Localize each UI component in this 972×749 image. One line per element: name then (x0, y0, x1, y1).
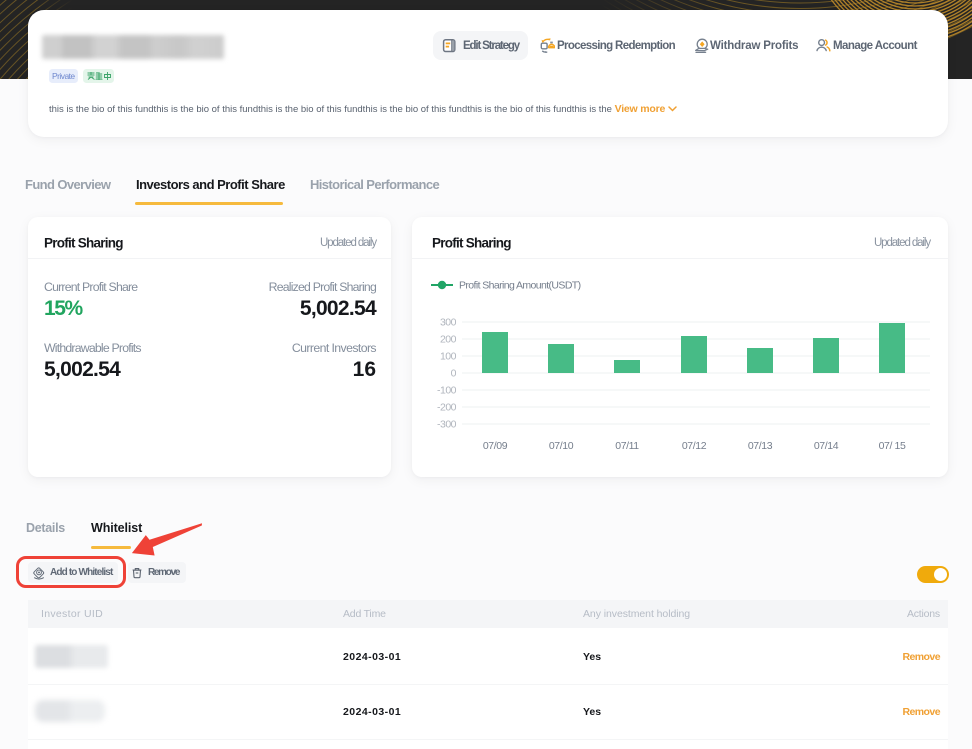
svg-text:07/11: 07/11 (615, 440, 639, 452)
svg-text:07/10: 07/10 (549, 440, 574, 452)
svg-text:Profit Sharing Amount(USDT): Profit Sharing Amount(USDT) (459, 280, 581, 292)
svg-text:-300: -300 (437, 419, 457, 431)
svg-text:07/ 15: 07/ 15 (879, 440, 906, 452)
svg-text:300: 300 (440, 317, 457, 329)
svg-text:07/12: 07/12 (682, 440, 707, 452)
svg-text:-100: -100 (437, 385, 457, 397)
svg-text:07/09: 07/09 (483, 440, 508, 452)
svg-text:-200: -200 (437, 402, 457, 414)
svg-text:07/13: 07/13 (748, 440, 773, 452)
svg-text:07/14: 07/14 (814, 440, 839, 452)
svg-text:0: 0 (451, 368, 457, 380)
svg-text:200: 200 (440, 334, 457, 346)
svg-text:100: 100 (440, 351, 457, 363)
